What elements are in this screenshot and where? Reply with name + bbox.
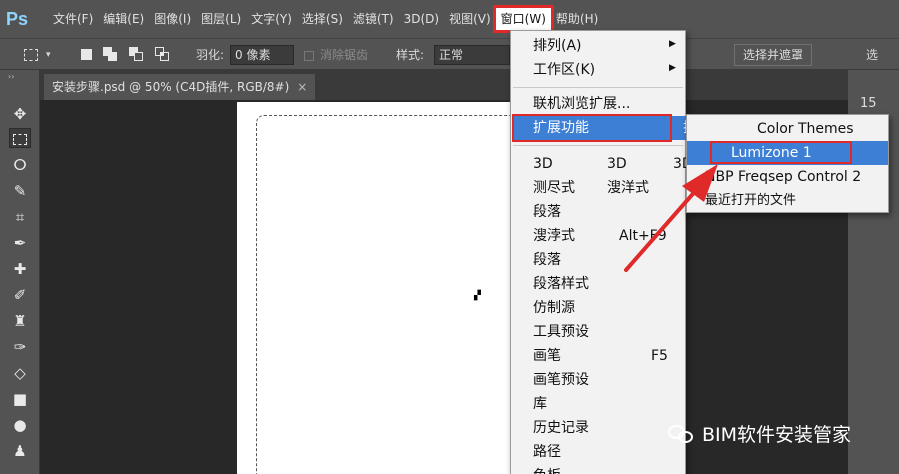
menu-item-paragraph-styles[interactable]: 段落样式 [533, 272, 589, 296]
select-and-mask-button[interactable]: 选择并遮罩 [734, 44, 813, 66]
quick-select-tool-icon[interactable]: ✎ [9, 181, 31, 201]
feather-label: 羽化: [196, 48, 225, 62]
gradient-tool-icon[interactable]: ■ [9, 389, 31, 409]
menu-item-brush[interactable]: 画笔 [533, 344, 561, 368]
menu-select[interactable]: 选择(S) [297, 8, 348, 30]
move-tool-icon[interactable]: ✥ [9, 104, 31, 124]
menu-item-history[interactable]: 历史记录 [533, 416, 589, 440]
menu-help[interactable]: 帮助(H) [551, 8, 603, 30]
history-brush-tool-icon[interactable]: ✑ [9, 337, 31, 357]
menu-item-workspace[interactable]: 工作区(K) [533, 58, 595, 82]
eyedropper-tool-icon[interactable]: ✒ [9, 233, 31, 253]
marquee-preset-icon[interactable] [22, 46, 40, 64]
menu-item-tool-presets[interactable]: 工具预设 [533, 320, 589, 344]
feather-input[interactable]: 0 像素 [230, 45, 294, 65]
menu-item-paragraph[interactable]: 段落 [533, 200, 561, 224]
menu-bar: Ps 文件(F) 编辑(E) 图像(I) 图层(L) 文字(Y) 选择(S) 滤… [0, 0, 899, 38]
menu-file[interactable]: 文件(F) [48, 8, 98, 30]
eraser-tool-icon[interactable]: ◇ [9, 363, 31, 383]
panel-number: 15 [860, 96, 877, 111]
healing-brush-tool-icon[interactable]: ✚ [9, 259, 31, 279]
menu-item-browse-extensions[interactable]: 联机浏览扩展... [533, 92, 630, 116]
options-bar: ▾ 羽化: 0 像素 消除锯齿 样式: 正常 选择并遮罩 选 [0, 38, 899, 70]
menu-item-brush-presets[interactable]: 画笔预设 [533, 368, 589, 392]
marquee-tool-icon[interactable] [9, 128, 31, 148]
brush-tool-icon[interactable]: ✐ [9, 285, 31, 305]
ext-item-color-themes[interactable]: Color Themes [757, 117, 854, 141]
chevron-down-icon[interactable]: ▾ [46, 45, 51, 65]
menu-separator [513, 87, 683, 88]
menu-item-swatches[interactable]: 色板 [533, 464, 561, 474]
style-label: 样式: [396, 48, 425, 62]
new-selection-icon[interactable] [78, 46, 96, 64]
subtract-selection-icon[interactable] [128, 46, 146, 64]
cursor-icon: ▞ [474, 291, 481, 301]
menu-3d[interactable]: 3D(D) [399, 8, 444, 30]
menu-window[interactable]: 窗口(W) [492, 5, 554, 33]
photoshop-logo: Ps [5, 8, 29, 29]
style-select[interactable]: 正常 [434, 45, 510, 65]
watermark: BIM软件安装管家 [668, 420, 851, 447]
menu-item-paths[interactable]: 路径 [533, 440, 561, 464]
tools-panel: ›› ✥ ⵔ ✎ ⌗ ✒ ✚ ✐ ♜ ✑ ◇ ■ ● ♟ [0, 70, 40, 474]
select-subject-hint[interactable]: 选 [866, 45, 878, 65]
menu-edit[interactable]: 编辑(E) [98, 8, 149, 30]
collapse-panel-icon[interactable]: ›› [8, 72, 14, 81]
menu-items: 文件(F) 编辑(E) 图像(I) 图层(L) 文字(Y) 选择(S) 滤镜(T… [48, 5, 603, 33]
menu-image[interactable]: 图像(I) [149, 8, 196, 30]
close-icon[interactable]: × [297, 80, 307, 94]
menu-view[interactable]: 视图(V) [444, 8, 496, 30]
document-tab-row: 安装步骤.psd @ 50% (C4D插件, RGB/8#) × [0, 70, 899, 100]
document-tab[interactable]: 安装步骤.psd @ 50% (C4D插件, RGB/8#) × [44, 74, 316, 100]
add-selection-icon[interactable] [102, 46, 120, 64]
submenu-arrow-icon: ▶ [669, 39, 676, 49]
watermark-text: BIM软件安装管家 [702, 424, 852, 446]
menu-item-3d[interactable]: 3D [533, 152, 553, 176]
menu-item-measure[interactable]: 测尽式 [533, 176, 575, 200]
menu-type[interactable]: 文字(Y) [246, 8, 297, 30]
menu-layer[interactable]: 图层(L) [196, 8, 246, 30]
menu-filter[interactable]: 滤镜(T) [348, 8, 399, 30]
wechat-icon [668, 423, 696, 445]
menu-item-arrange[interactable]: 排列(A) [533, 34, 582, 58]
annotation-box-extensions [512, 114, 672, 142]
menu-item-clone-source[interactable]: 仿制源 [533, 296, 575, 320]
submenu-arrow-icon: ▶ [669, 63, 676, 73]
menu-item-libraries[interactable]: 库 [533, 392, 547, 416]
menu-item-paragraph-2[interactable]: 段落 [533, 248, 561, 272]
document-tab-title: 安装步骤.psd @ 50% (C4D插件, RGB/8#) [52, 80, 290, 94]
dodge-tool-icon[interactable]: ♟ [9, 441, 31, 461]
clone-stamp-tool-icon[interactable]: ♜ [9, 311, 31, 331]
lasso-tool-icon[interactable]: ⵔ [9, 155, 31, 175]
menu-shortcut-brush: F5 [651, 348, 668, 364]
intersect-selection-icon[interactable] [154, 46, 172, 64]
menu-item-actions[interactable]: 溲浡式 [533, 224, 575, 248]
blur-tool-icon[interactable]: ● [9, 415, 31, 435]
antialias-checkbox[interactable] [304, 51, 314, 61]
antialias-label: 消除锯齿 [320, 48, 369, 62]
crop-tool-icon[interactable]: ⌗ [9, 207, 31, 227]
annotation-arrow-icon [624, 164, 718, 272]
